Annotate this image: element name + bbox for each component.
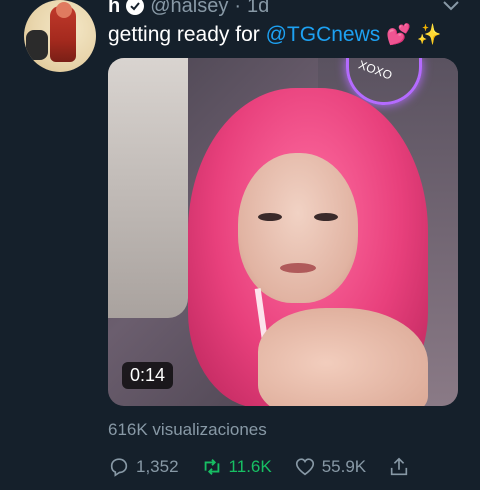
chevron-down-icon[interactable] [442,0,460,12]
like-count: 55.9K [321,457,367,476]
share-button[interactable] [388,456,410,478]
display-name[interactable]: h [108,0,120,18]
video-background-person [108,58,188,318]
two-hearts-emoji: 💕 [386,24,412,46]
avatar-shadow-figure [26,30,48,60]
avatar-head [56,2,72,18]
lips [280,263,316,273]
video-subject-face [238,153,358,303]
reply-button[interactable]: 1,352 [108,456,179,478]
reply-icon [110,458,128,477]
share-icon [390,457,408,476]
right-eye [314,213,338,221]
user-handle[interactable]: @halsey [150,0,228,18]
reply-count: 1,352 [136,457,179,476]
tweet-actions: 1,352 11.6K 55.9K [108,456,432,478]
video-player[interactable]: XOXO 0:14 [108,58,458,406]
avatar[interactable] [24,0,96,72]
left-eye [258,213,282,221]
like-button[interactable]: 55.9K [294,456,366,478]
mention-link[interactable]: @TGCnews [266,23,381,46]
tweet-text: getting ready for @TGCnews 💕 ✨ [108,22,442,47]
video-duration-badge: 0:14 [122,362,174,389]
heart-icon [295,458,314,476]
sparkles-emoji: ✨ [416,24,442,46]
retweet-button[interactable]: 11.6K [201,456,272,478]
retweet-count: 11.6K [228,457,272,476]
view-count: 616K visualizaciones [108,420,267,439]
tweet-header: h @halsey · 1d [108,0,269,18]
timestamp[interactable]: 1d [247,0,269,18]
separator: · [234,0,242,17]
retweet-icon [204,459,219,475]
verified-badge-icon [126,0,145,15]
tweet-text-prefix: getting ready for [108,23,266,46]
